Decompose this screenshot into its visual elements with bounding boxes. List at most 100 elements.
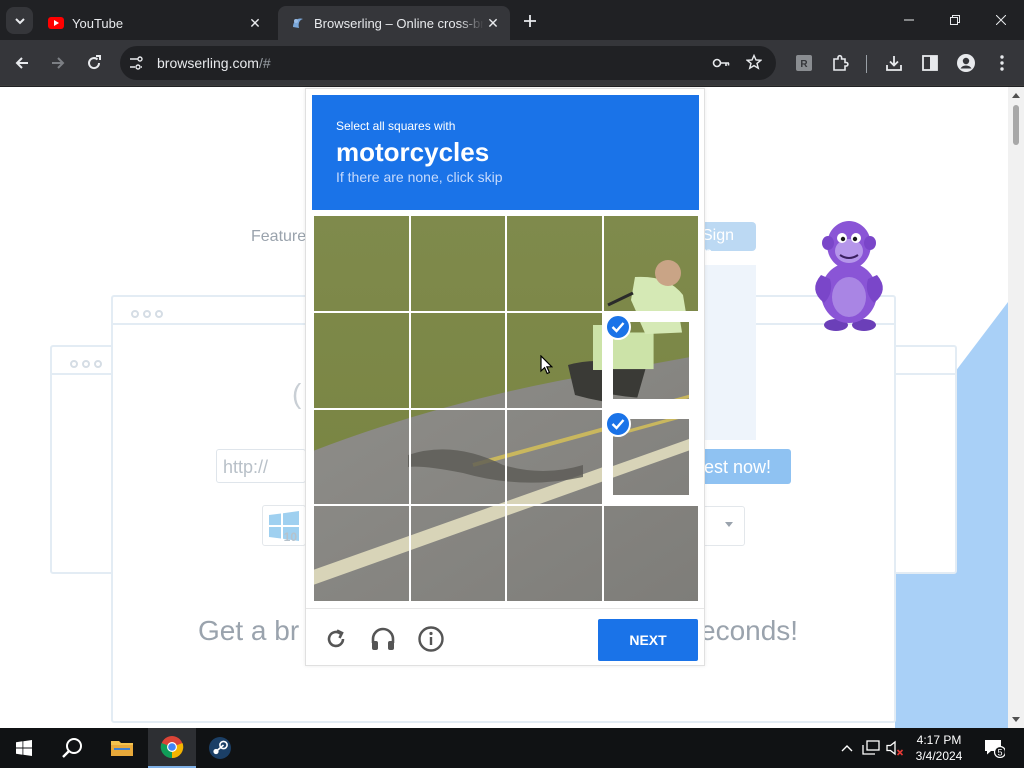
file-explorer-button[interactable]: [98, 728, 146, 768]
notifications-button[interactable]: 5: [980, 728, 1008, 768]
challenge-footer: NEXT: [306, 608, 704, 666]
volume-muted-icon: [886, 740, 904, 756]
windows-icon: 10: [269, 511, 299, 544]
side-panel-button[interactable]: [916, 49, 944, 77]
restore-button[interactable]: [932, 0, 978, 40]
page-scrollbar[interactable]: [1008, 87, 1024, 728]
folder-icon: [111, 741, 133, 756]
nav-link-features[interactable]: Feature: [251, 228, 306, 246]
logo-fragment: (: [292, 378, 302, 409]
skip-hint: If there are none, click skip: [336, 169, 503, 185]
captcha-tile[interactable]: [602, 505, 699, 602]
side-panel-illustration: [700, 265, 756, 440]
menu-button[interactable]: [988, 49, 1016, 77]
captcha-tile[interactable]: [409, 215, 506, 312]
captcha-tile[interactable]: [602, 311, 699, 409]
steam-taskbar-button[interactable]: [196, 728, 244, 768]
captcha-tile[interactable]: [409, 505, 506, 602]
restore-icon: [950, 15, 960, 25]
tab-search-button[interactable]: [6, 7, 33, 34]
captcha-tile[interactable]: [602, 215, 699, 312]
windows-taskbar: 4:17 PM 3/4/2024 5: [0, 728, 1024, 768]
toolbar-divider: [866, 55, 867, 73]
volume-button[interactable]: [884, 728, 906, 768]
back-button[interactable]: [8, 49, 36, 77]
captcha-tile[interactable]: [313, 408, 410, 506]
tab-browserling[interactable]: Browserling – Online cross-browser testi…: [278, 6, 510, 40]
forward-button[interactable]: [44, 49, 72, 77]
clock-date: 3/4/2024: [915, 749, 963, 763]
test-now-button[interactable]: est now!: [700, 449, 791, 484]
close-tab-icon[interactable]: ✕: [246, 14, 264, 32]
extensions-button[interactable]: [826, 49, 854, 77]
audio-challenge-button[interactable]: [369, 625, 397, 653]
checkmark-icon: [604, 410, 631, 437]
browser-toolbar: browserling.com/# R: [0, 40, 1024, 86]
scrollbar-thumb[interactable]: [1013, 105, 1019, 145]
clock-time: 4:17 PM: [916, 733, 962, 747]
checkmark-icon: [604, 313, 631, 340]
captcha-tile[interactable]: [313, 215, 410, 312]
download-icon: [886, 56, 902, 71]
close-icon: [996, 15, 1006, 25]
captcha-tile[interactable]: [313, 311, 410, 409]
reload-button[interactable]: [80, 49, 108, 77]
network-button[interactable]: [860, 728, 882, 768]
tab-title: YouTube: [72, 15, 124, 31]
captcha-tile[interactable]: [602, 408, 699, 506]
search-button[interactable]: [48, 728, 96, 768]
browser-select[interactable]: [700, 506, 745, 546]
extension-r-button[interactable]: R: [790, 49, 818, 77]
info-icon: [418, 626, 444, 652]
close-tab-icon[interactable]: ✕: [484, 14, 502, 32]
captcha-tile[interactable]: [506, 215, 603, 312]
url-input[interactable]: http://: [216, 449, 306, 483]
captcha-tile[interactable]: [506, 311, 603, 409]
start-button[interactable]: [0, 728, 48, 768]
arrow-left-icon: [15, 57, 28, 69]
scroll-up-arrow[interactable]: [1012, 93, 1020, 98]
url-host: browserling.com: [157, 55, 259, 71]
reload-challenge-button[interactable]: [322, 625, 350, 653]
address-bar[interactable]: browserling.com/#: [120, 46, 776, 80]
windows-version-selector[interactable]: 10: [262, 505, 306, 546]
headline-left: Get a br: [198, 615, 300, 646]
close-window-button[interactable]: [978, 0, 1024, 40]
captcha-tile[interactable]: [506, 408, 603, 506]
scroll-down-arrow[interactable]: [1012, 717, 1020, 722]
chrome-taskbar-button[interactable]: [148, 728, 196, 768]
profile-button[interactable]: [952, 49, 980, 77]
purple-gorilla-mascot: [815, 221, 883, 331]
next-button[interactable]: NEXT: [598, 619, 698, 661]
instruction-line: Select all squares with: [336, 119, 456, 133]
tab-youtube[interactable]: YouTube ✕: [36, 6, 272, 40]
minimize-button[interactable]: [886, 0, 932, 40]
tab-title: Browserling – Online cross-browser testi…: [314, 15, 484, 31]
mouse-cursor-icon: [540, 355, 553, 375]
notification-icon: 5: [985, 740, 1005, 758]
bookmark-star-icon[interactable]: [745, 53, 763, 75]
chevron-down-icon: [14, 17, 25, 24]
key-icon[interactable]: [712, 55, 730, 76]
captcha-tile[interactable]: [506, 505, 603, 602]
notification-count: 5: [997, 747, 1002, 757]
select-arrow-icon: [725, 522, 733, 527]
search-icon: [62, 738, 82, 758]
info-button[interactable]: [417, 625, 445, 653]
image-grid: [313, 215, 699, 602]
headphones-icon: [371, 627, 395, 650]
side-panel-icon: [922, 55, 938, 71]
captcha-tile[interactable]: [409, 408, 506, 506]
site-info-icon[interactable]: [128, 55, 144, 71]
reload-icon: [327, 629, 345, 648]
arrow-right-icon: [52, 57, 65, 69]
new-tab-button[interactable]: [519, 10, 541, 32]
captcha-tile[interactable]: [409, 311, 506, 409]
downloads-button[interactable]: [880, 49, 908, 77]
chevron-up-icon: [841, 745, 853, 752]
system-clock[interactable]: 4:17 PM 3/4/2024: [904, 732, 974, 764]
show-hidden-icons-button[interactable]: [838, 728, 856, 768]
target-object-label: motorcycles: [336, 137, 490, 167]
youtube-icon: [48, 15, 64, 31]
captcha-tile[interactable]: [313, 505, 410, 602]
